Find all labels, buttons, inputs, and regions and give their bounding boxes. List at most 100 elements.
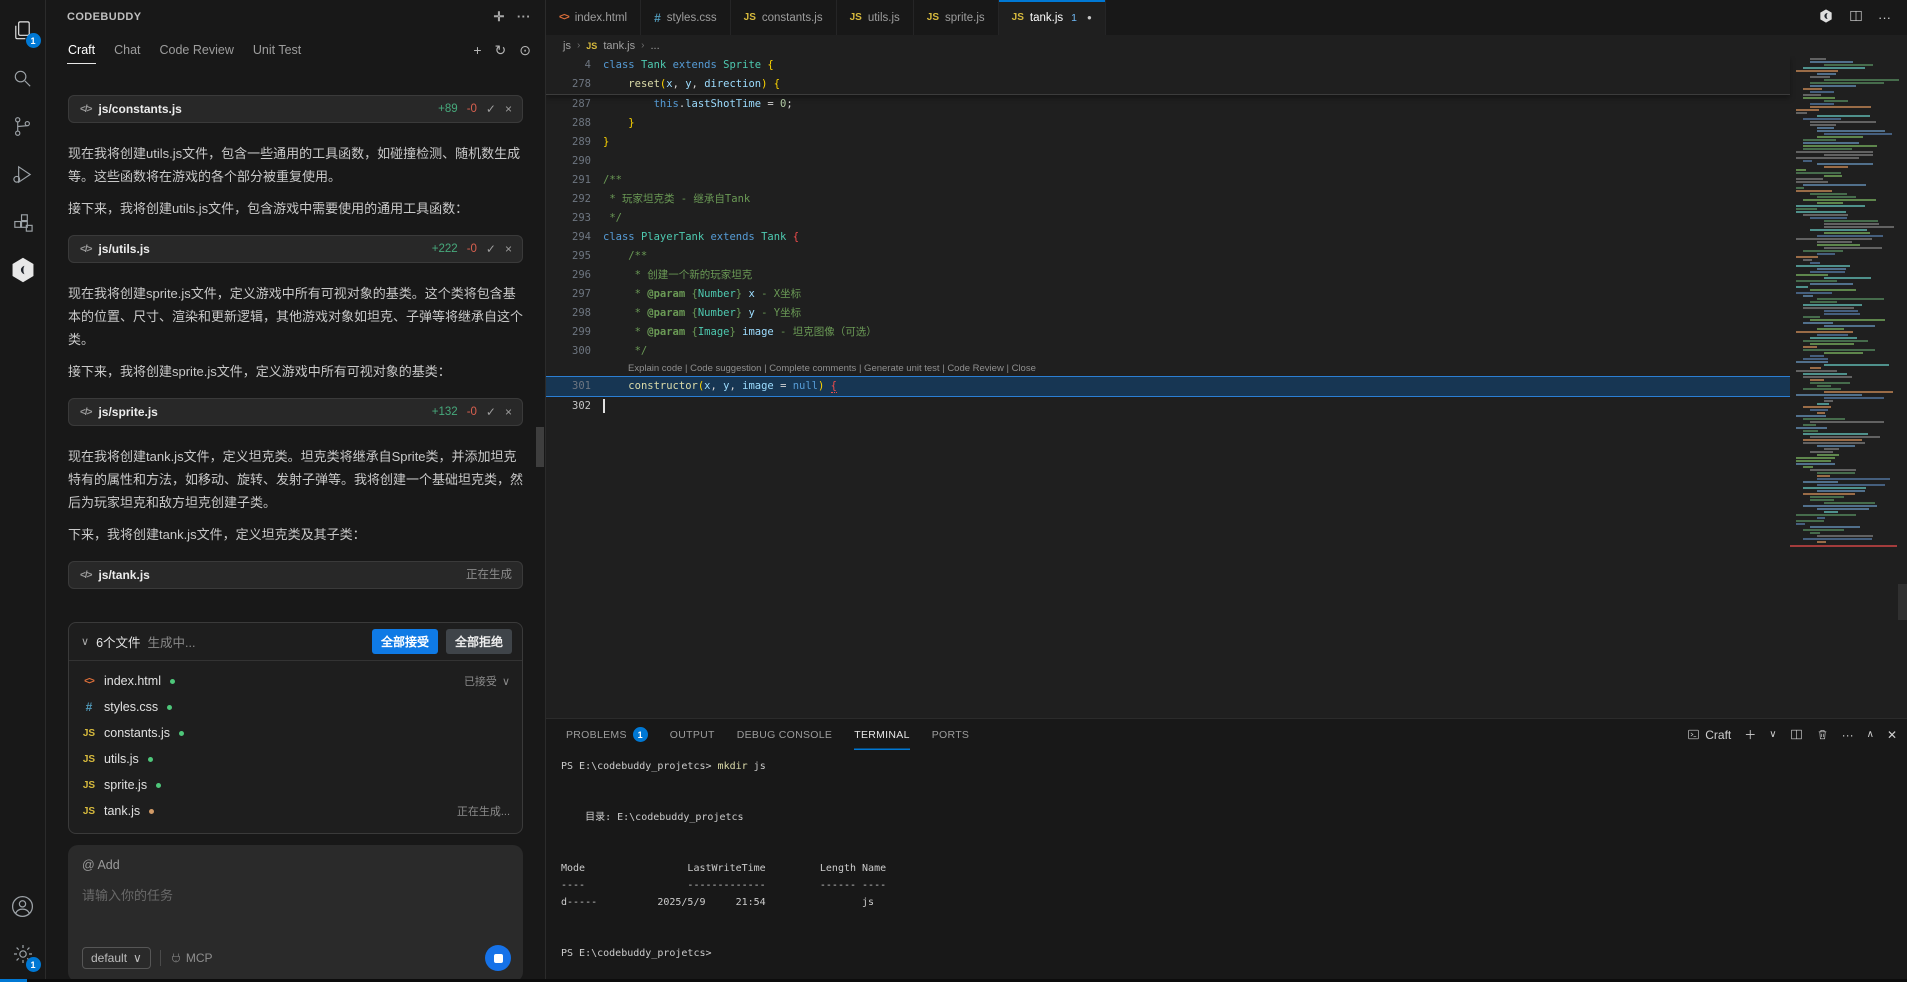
sidebar-scrollbar[interactable]: [536, 427, 544, 467]
chat-settings-icon[interactable]: ⊙: [519, 42, 531, 59]
codelens-actions[interactable]: Explain code | Code suggestion | Complet…: [546, 361, 1790, 376]
new-terminal-icon[interactable]: ＋: [1744, 726, 1756, 743]
input-toolbar: default ∨ MCP: [82, 945, 511, 971]
run-debug-icon[interactable]: [6, 154, 40, 194]
task-input-box[interactable]: @ Add 请输入你的任务 default ∨ MCP: [68, 845, 523, 982]
chevron-right-icon: ›: [641, 40, 644, 51]
new-chat-icon[interactable]: +: [473, 42, 481, 59]
reject-file-icon[interactable]: ×: [505, 401, 512, 424]
file-card[interactable]: </>js/sprite.js+132-0✓×: [68, 398, 523, 426]
sidebar-tab-actions: + ↻ ⊙: [473, 42, 531, 59]
split-editor-icon[interactable]: [1849, 9, 1863, 26]
sidebar-more-icon[interactable]: ···: [517, 9, 531, 25]
panel-tab-problems[interactable]: PROBLEMS1: [566, 719, 648, 750]
settings-gear-icon[interactable]: 1: [6, 934, 40, 974]
accept-all-button[interactable]: 全部接受: [372, 629, 438, 654]
code-line: 291/**: [546, 171, 1790, 190]
file-card[interactable]: </>js/utils.js+222-0✓×: [68, 235, 523, 263]
files-status: 生成中...: [148, 632, 196, 651]
mcp-button[interactable]: MCP: [170, 951, 213, 965]
terminal-dropdown-icon[interactable]: ∨: [1769, 729, 1776, 740]
account-icon[interactable]: [6, 886, 40, 926]
files-panel-header: ∨ 6个文件 生成中... 全部接受 全部拒绝: [69, 623, 522, 661]
panel-more-icon[interactable]: ···: [1842, 728, 1854, 742]
file-card[interactable]: </>js/constants.js+89-0✓×: [68, 95, 523, 123]
panel-layout-icon[interactable]: ✛: [494, 9, 505, 25]
chat-paragraph: 下来，我将创建tank.js文件，定义坦克类及其子类：: [68, 523, 523, 546]
task-input-placeholder[interactable]: 请输入你的任务: [82, 885, 509, 904]
shell-selector[interactable]: Craft: [1687, 728, 1731, 742]
code-line: 299 * @param {Image} image - 坦克图像（可选）: [546, 323, 1790, 342]
sidebar-tab-craft[interactable]: Craft: [67, 37, 96, 64]
files-list: <>index.html已接受∨#styles.cssJSconstants.j…: [69, 661, 522, 833]
kill-terminal-icon[interactable]: [1816, 728, 1829, 741]
file-row[interactable]: JSsprite.js: [81, 772, 510, 798]
stop-generation-button[interactable]: [485, 945, 511, 971]
file-card[interactable]: </>js/tank.js正在生成: [68, 561, 523, 589]
editor-tab-tank.js[interactable]: JStank.js1●: [999, 0, 1106, 35]
sidebar-tab-code-review[interactable]: Code Review: [159, 37, 235, 63]
files-count: 6个文件: [96, 632, 140, 651]
chat-paragraph: 接下来，我将创建sprite.js文件，定义游戏中所有可视对象的基类：: [68, 360, 523, 383]
code-line: 293 */: [546, 209, 1790, 228]
editor-actions: ···: [1818, 0, 1907, 35]
editor-more-icon[interactable]: ···: [1878, 10, 1891, 25]
code-line: 292 * 玩家坦克类 - 继承自Tank: [546, 190, 1790, 209]
history-icon[interactable]: ↻: [495, 42, 507, 59]
mode-select-value: default: [91, 951, 127, 965]
editor-tab-styles.css[interactable]: #styles.css: [641, 0, 731, 35]
file-row[interactable]: JSconstants.js: [81, 720, 510, 746]
editor-tab-index.html[interactable]: <>index.html: [546, 0, 641, 35]
explorer-icon[interactable]: 1: [6, 10, 40, 50]
extensions-icon[interactable]: [6, 202, 40, 242]
minimap[interactable]: [1790, 56, 1897, 718]
stop-icon: [494, 954, 503, 963]
accept-file-icon[interactable]: ✓: [486, 401, 496, 424]
search-icon[interactable]: [6, 58, 40, 98]
breadcrumb-symbol[interactable]: ...: [650, 40, 659, 52]
code-line: 288 }: [546, 114, 1790, 133]
sidebar-header: CODEBUDDY ✛ ···: [46, 0, 545, 34]
editor-tab-sprite.js[interactable]: JSsprite.js: [914, 0, 999, 35]
editor-tab-constants.js[interactable]: JSconstants.js: [731, 0, 837, 35]
code-editor[interactable]: 4class Tank extends Sprite {278 reset(x,…: [546, 56, 1907, 718]
panel-tab-output[interactable]: OUTPUT: [670, 719, 715, 750]
panel-tab-debug-console[interactable]: DEBUG CONSOLE: [737, 719, 833, 750]
chat-flow: </>js/constants.js+89-0✓×现在我将创建utils.js文…: [46, 66, 545, 622]
reject-file-icon[interactable]: ×: [505, 238, 512, 261]
collapse-chevron-icon[interactable]: ∨: [81, 635, 89, 648]
activity-bar: 1 1: [0, 0, 46, 982]
terminal[interactable]: PS E:\codebuddy_projetcs> mkdir js 目录: E…: [546, 750, 1907, 982]
source-control-icon[interactable]: [6, 106, 40, 146]
file-row[interactable]: <>index.html已接受∨: [81, 668, 510, 694]
breadcrumb-folder[interactable]: js: [563, 40, 571, 52]
code-line: 301 constructor(x, y, image = null) {: [546, 376, 1790, 397]
codebuddy-action-icon[interactable]: [1818, 8, 1834, 27]
maximize-panel-icon[interactable]: ∧: [1867, 729, 1874, 740]
file-row[interactable]: #styles.css: [81, 694, 510, 720]
add-context-button[interactable]: @ Add: [82, 858, 509, 872]
breadcrumb: js › JS tank.js › ...: [546, 35, 1907, 56]
terminal-icon: [1687, 728, 1700, 741]
panel-tab-ports[interactable]: PORTS: [932, 719, 969, 750]
breadcrumb-file[interactable]: tank.js: [603, 40, 635, 52]
accept-file-icon[interactable]: ✓: [486, 98, 496, 121]
code-line: 295 /**: [546, 247, 1790, 266]
close-panel-icon[interactable]: ✕: [1887, 728, 1897, 742]
file-row[interactable]: JSutils.js: [81, 746, 510, 772]
split-terminal-icon[interactable]: [1790, 728, 1803, 741]
accept-file-icon[interactable]: ✓: [486, 238, 496, 261]
reject-all-button[interactable]: 全部拒绝: [446, 629, 512, 654]
reject-file-icon[interactable]: ×: [505, 98, 512, 121]
editor-tab-utils.js[interactable]: JSutils.js: [837, 0, 914, 35]
codebuddy-icon[interactable]: [6, 250, 40, 290]
code-line: 290: [546, 152, 1790, 171]
panel-tab-terminal[interactable]: TERMINAL: [854, 719, 910, 750]
sidebar-tab-unit-test[interactable]: Unit Test: [252, 37, 302, 63]
file-row[interactable]: JStank.js正在生成...: [81, 798, 510, 824]
generated-files-panel: ∨ 6个文件 生成中... 全部接受 全部拒绝 <>index.html已接受∨…: [68, 622, 523, 834]
mode-select[interactable]: default ∨: [82, 947, 151, 969]
editor-scrollbar[interactable]: [1898, 584, 1907, 620]
sidebar-tab-chat[interactable]: Chat: [113, 37, 141, 63]
bottom-panel: PROBLEMS1 OUTPUT DEBUG CONSOLE TERMINAL PORT…: [546, 718, 1907, 982]
